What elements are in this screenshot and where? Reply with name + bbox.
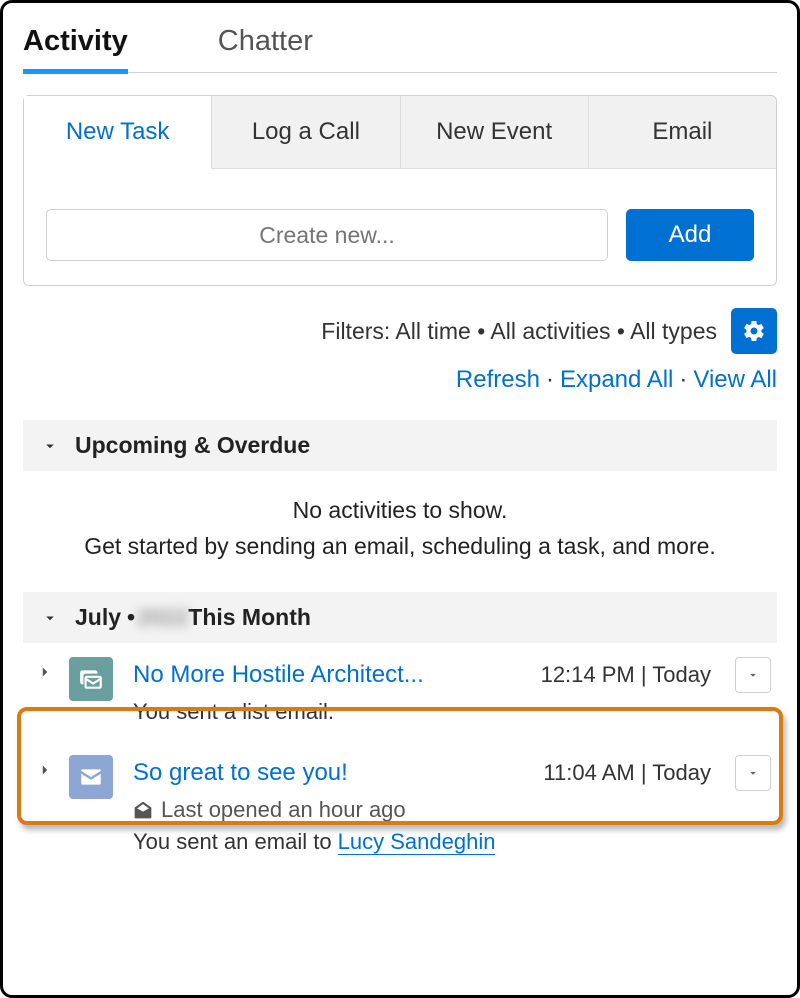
item-actions-menu[interactable] <box>735 657 771 693</box>
expand-all-link[interactable]: Expand All <box>560 366 673 394</box>
upcoming-empty-state: No activities to show. Get started by se… <box>23 471 777 582</box>
activity-item-title[interactable]: No More Hostile Architect... <box>133 661 424 689</box>
filter-settings-button[interactable] <box>731 308 777 354</box>
section-month[interactable]: July • 2022 This Month <box>23 592 777 643</box>
activity-item: No More Hostile Architect... 12:14 PM | … <box>23 643 777 735</box>
activity-item-time: 11:04 AM | Today <box>543 760 711 786</box>
activity-action-links: Refresh · Expand All · View All <box>23 366 777 394</box>
composer-tab-new-task[interactable]: New Task <box>24 96 212 169</box>
list-email-icon <box>69 657 113 701</box>
composer-tab-log-call[interactable]: Log a Call <box>212 96 400 169</box>
expand-item-button[interactable] <box>29 755 61 779</box>
chevron-down-icon <box>41 437 59 455</box>
composer-body: Add <box>24 169 776 285</box>
month-year-blurred: 2022 <box>137 604 188 631</box>
open-envelope-icon <box>133 800 153 820</box>
empty-line-1: No activities to show. <box>31 493 769 529</box>
filters-row: Filters: All time • All activities • All… <box>23 304 777 366</box>
dot-sep: · <box>679 366 687 394</box>
recipient-link[interactable]: Lucy Sandeghin <box>338 829 496 855</box>
tab-chatter[interactable]: Chatter <box>218 19 313 72</box>
top-tabs: Activity Chatter <box>23 19 777 73</box>
expand-item-button[interactable] <box>29 657 61 681</box>
section-upcoming-label: Upcoming & Overdue <box>75 432 310 459</box>
empty-line-2: Get started by sending an email, schedul… <box>31 529 769 565</box>
item-actions-menu[interactable] <box>735 755 771 791</box>
email-open-status: Last opened an hour ago <box>133 797 771 823</box>
month-right-label: This Month <box>188 604 311 631</box>
gear-icon <box>742 319 766 343</box>
activity-panel: Activity Chatter New Task Log a Call New… <box>0 0 800 998</box>
activity-item-time: 12:14 PM | Today <box>541 662 711 688</box>
chevron-down-icon <box>41 609 59 627</box>
month-label: July <box>75 604 121 631</box>
chevron-right-icon <box>36 663 54 681</box>
tab-activity[interactable]: Activity <box>23 19 128 72</box>
caret-down-icon <box>746 668 760 682</box>
activity-composer: New Task Log a Call New Event Email Add <box>23 95 777 286</box>
composer-tab-email[interactable]: Email <box>589 96 776 169</box>
caret-down-icon <box>746 766 760 780</box>
filters-text: Filters: All time • All activities • All… <box>321 318 717 345</box>
composer-tab-new-event[interactable]: New Event <box>401 96 589 169</box>
section-upcoming-overdue[interactable]: Upcoming & Overdue <box>23 420 777 471</box>
dot-sep: · <box>546 366 554 394</box>
activity-item: So great to see you! 11:04 AM | Today La… <box>23 735 777 865</box>
email-icon <box>69 755 113 799</box>
activity-item-sub: You sent a list email. <box>133 699 771 725</box>
chevron-right-icon <box>36 761 54 779</box>
activity-item-title[interactable]: So great to see you! <box>133 759 348 787</box>
view-all-link[interactable]: View All <box>693 366 777 394</box>
month-dot: • <box>127 604 135 631</box>
add-button[interactable]: Add <box>626 209 754 261</box>
composer-tabs: New Task Log a Call New Event Email <box>24 96 776 169</box>
create-new-input[interactable] <box>46 209 608 261</box>
refresh-link[interactable]: Refresh <box>456 366 540 394</box>
activity-item-sub: You sent an email to Lucy Sandeghin <box>133 829 771 855</box>
